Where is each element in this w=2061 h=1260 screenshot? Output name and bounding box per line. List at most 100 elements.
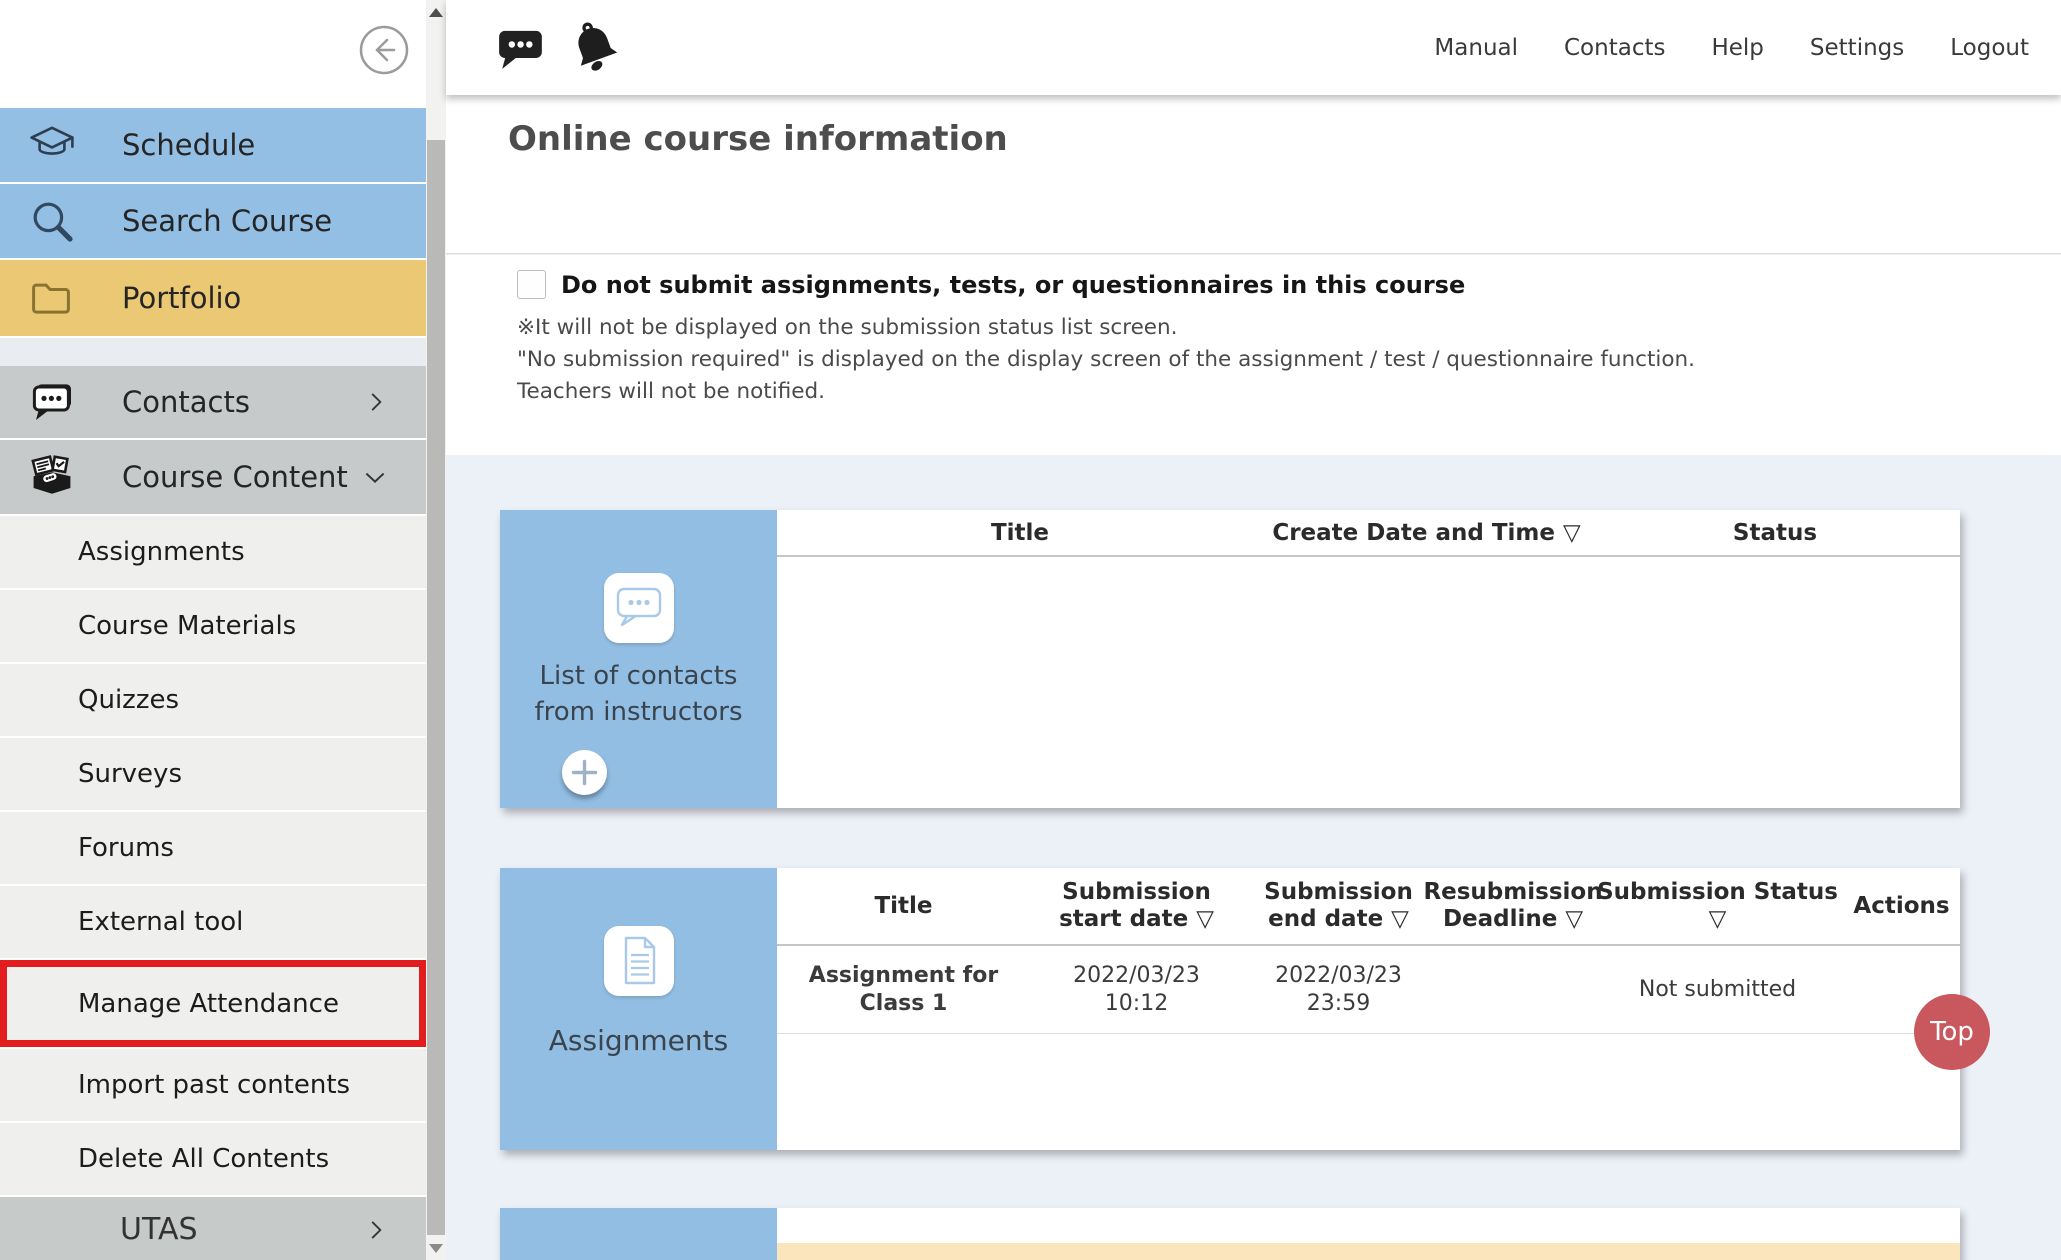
scrollbar-thumb[interactable] (427, 140, 445, 1235)
back-arrow-icon (358, 24, 410, 76)
column-header-status[interactable]: Status (1590, 510, 1960, 555)
sidebar-item-external-tool[interactable]: External tool (0, 886, 426, 958)
column-header-submission-end[interactable]: Submission end date ▽ (1243, 868, 1434, 944)
search-icon (28, 197, 76, 245)
sidebar-item-label: Contacts (122, 385, 250, 419)
bottom-panel-header (777, 1208, 1960, 1243)
assignments-card: Assignments (500, 868, 777, 1150)
sidebar-item-surveys[interactable]: Surveys (0, 738, 426, 810)
column-header-title[interactable]: Title (777, 868, 1030, 944)
assignments-panel: Assignments Title Submission start date … (500, 868, 1960, 1150)
sidebar-item-label: Assignments (78, 537, 245, 567)
contacts-table: Title Create Date and Time ▽ Status (777, 510, 1960, 808)
menu-help[interactable]: Help (1711, 35, 1763, 61)
bottom-panel-highlight-row (777, 1243, 1960, 1260)
bell-icon[interactable] (566, 18, 624, 78)
table-row[interactable]: Assignment for Class 1 2022/03/23 10:12 … (777, 946, 1960, 1034)
contacts-table-empty-body (777, 557, 1960, 808)
menu-settings[interactable]: Settings (1810, 35, 1904, 61)
assignments-table: Title Submission start date ▽ Submission… (777, 868, 1960, 1150)
contacts-panel: List of contacts from instructors Title … (500, 510, 1960, 808)
main-area: Manual Contacts Help Settings Logout Onl… (446, 0, 2061, 1260)
sidebar-item-course-materials[interactable]: Course Materials (0, 590, 426, 662)
scrollbar-down-arrow[interactable] (426, 1236, 446, 1260)
bottom-panel-table (777, 1208, 1960, 1260)
sidebar-item-label: Course Content (122, 460, 348, 494)
column-header-title[interactable]: Title (777, 510, 1263, 555)
sidebar-item-label: Quizzes (78, 685, 179, 715)
scrollbar-up-arrow[interactable] (426, 0, 446, 24)
sidebar-item-label: Surveys (78, 759, 182, 789)
resubmission-deadline-cell (1434, 946, 1592, 1033)
chat-outline-icon (604, 573, 674, 643)
contacts-card-label: List of contacts from instructors (526, 658, 751, 730)
do-not-submit-checkbox[interactable] (517, 270, 546, 299)
menu-logout[interactable]: Logout (1950, 35, 2029, 61)
sidebar-section-gap (0, 338, 426, 366)
submission-end-cell: 2022/03/23 23:59 (1243, 946, 1434, 1033)
column-header-resubmission-deadline[interactable]: Resubmission Deadline ▽ (1434, 868, 1592, 944)
submission-start-cell: 2022/03/23 10:12 (1030, 946, 1243, 1033)
sidebar-item-schedule[interactable]: Schedule (0, 108, 426, 182)
bottom-panel-card (500, 1208, 777, 1260)
sidebar-item-forums[interactable]: Forums (0, 812, 426, 884)
chevron-right-icon (362, 388, 390, 416)
menu-contacts[interactable]: Contacts (1564, 35, 1665, 61)
sidebar-header (0, 0, 426, 108)
note-line: Teachers will not be notified. (517, 376, 1695, 408)
sidebar-item-label: Portfolio (122, 281, 241, 315)
folder-icon (28, 274, 76, 322)
sidebar-item-label: Course Materials (78, 611, 296, 641)
chat-icon[interactable] (494, 23, 548, 73)
sidebar-item-search-course[interactable]: Search Course (0, 184, 426, 258)
column-header-submission-status[interactable]: Submission Status ▽ (1592, 868, 1843, 944)
sidebar-item-contacts[interactable]: Contacts (0, 366, 426, 438)
sidebar-item-delete-all-contents[interactable]: Delete All Contents (0, 1123, 426, 1195)
sidebar-content: Schedule Search Course Portfolio (0, 0, 426, 1260)
sidebar-collapse-button[interactable] (358, 24, 410, 76)
add-contact-button[interactable] (562, 750, 607, 795)
sidebar-item-utas[interactable]: UTAS (0, 1197, 426, 1260)
top-bar: Manual Contacts Help Settings Logout (446, 0, 2061, 95)
column-header-actions: Actions (1843, 868, 1960, 944)
assignments-table-empty-body (777, 1034, 1960, 1150)
sidebar-scrollbar[interactable] (426, 0, 446, 1260)
contacts-table-header: Title Create Date and Time ▽ Status (777, 510, 1960, 557)
sidebar-item-portfolio[interactable]: Portfolio (0, 260, 426, 336)
graduation-cap-icon (28, 121, 76, 169)
sidebar-item-manage-attendance[interactable]: Manage Attendance (0, 960, 426, 1047)
scroll-to-top-button[interactable]: Top (1914, 994, 1990, 1070)
sidebar-item-import-past-contents[interactable]: Import past contents (0, 1049, 426, 1121)
top-bar-icons (494, 18, 624, 78)
content-area: List of contacts from instructors Title … (446, 455, 2061, 1260)
chevron-right-icon (362, 1216, 390, 1244)
do-not-submit-label[interactable]: Do not submit assignments, tests, or que… (561, 271, 1465, 299)
sidebar-item-label: Forums (78, 833, 174, 863)
app: Schedule Search Course Portfolio (0, 0, 2061, 1260)
bottom-panel (500, 1208, 1960, 1260)
sidebar-item-label: External tool (78, 907, 243, 937)
notes: ※It will not be displayed on the submiss… (517, 312, 1695, 408)
sidebar-item-label: Import past contents (78, 1070, 350, 1100)
top-menu: Manual Contacts Help Settings Logout (1434, 35, 2029, 61)
sidebar-item-course-content[interactable]: Course Content (0, 440, 426, 514)
sidebar-item-label: Delete All Contents (78, 1144, 329, 1174)
submission-option-section: Do not submit assignments, tests, or que… (446, 255, 2061, 455)
menu-manual[interactable]: Manual (1434, 35, 1518, 61)
document-outline-icon (604, 926, 674, 996)
assignments-card-label: Assignments (509, 1024, 769, 1057)
contacts-card: List of contacts from instructors (500, 510, 777, 808)
sidebar-item-assignments[interactable]: Assignments (0, 516, 426, 588)
sidebar-item-label: Manage Attendance (78, 989, 339, 1019)
page-title: Online course information (508, 119, 1008, 159)
plus-icon (562, 750, 607, 795)
column-header-submission-start[interactable]: Submission start date ▽ (1030, 868, 1243, 944)
note-line: ※It will not be displayed on the submiss… (517, 312, 1695, 344)
course-box-icon (28, 453, 76, 501)
note-line: "No submission required" is displayed on… (517, 344, 1695, 376)
column-header-create-date[interactable]: Create Date and Time ▽ (1263, 510, 1590, 555)
sidebar-item-label: Search Course (122, 204, 332, 238)
chat-bubble-icon (28, 378, 76, 426)
sidebar-item-quizzes[interactable]: Quizzes (0, 664, 426, 736)
assignment-title-cell[interactable]: Assignment for Class 1 (777, 946, 1030, 1033)
